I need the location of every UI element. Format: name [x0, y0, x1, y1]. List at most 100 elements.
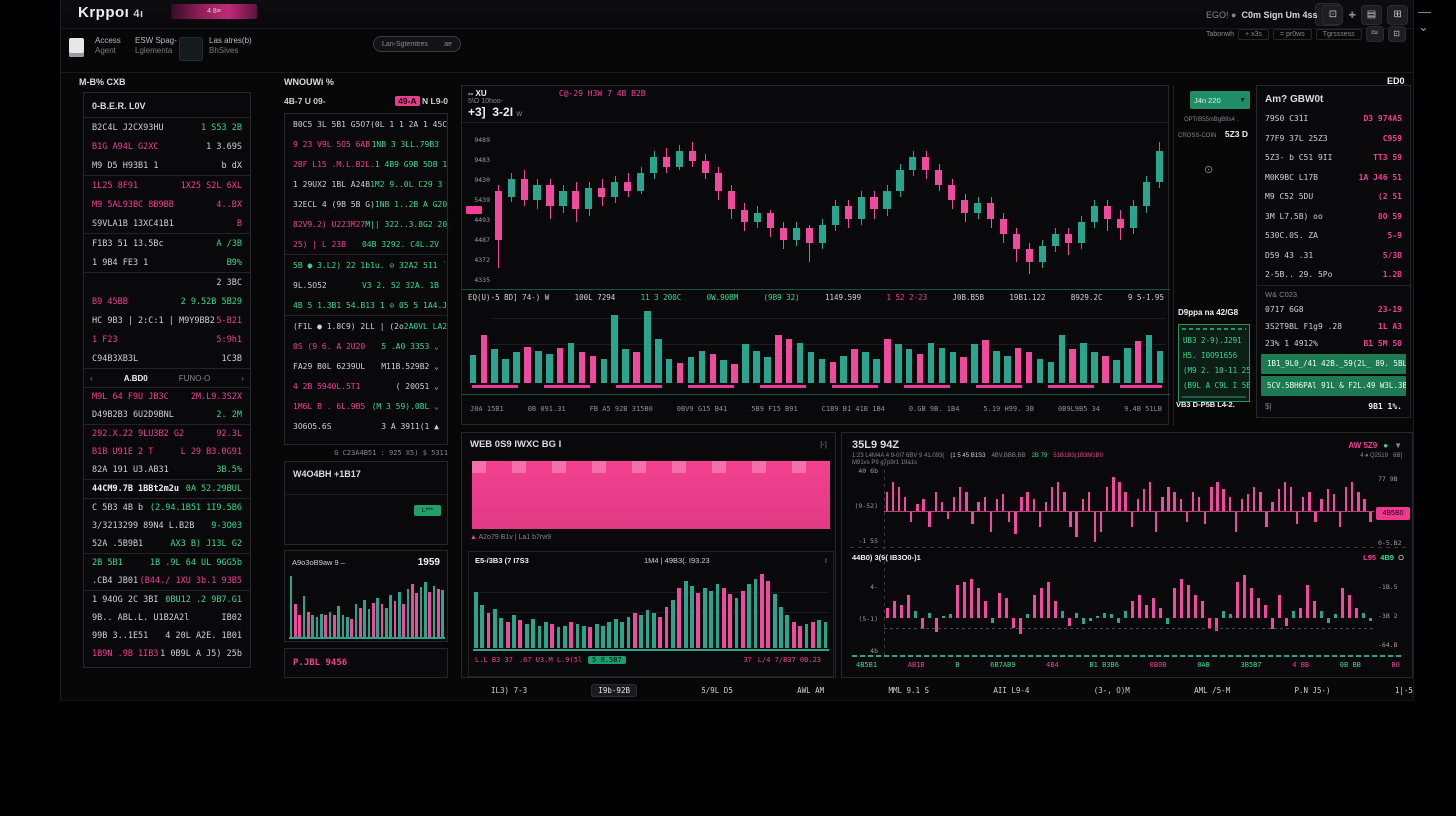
table-row[interactable]: 9 23 V9L 5O5 6AB1NB 3 3LL.79B3: [285, 134, 447, 154]
card-icon[interactable]: ▤: [1361, 5, 1382, 25]
table-row[interactable]: 4B 5 1.3B1 54.B13 1 ⊙ 05 5 1A4.J: [285, 295, 447, 315]
theme-swatch[interactable]: [179, 37, 203, 61]
app-logo[interactable]: Krppoı4ı: [78, 4, 144, 21]
table-row[interactable]: M0K9BC L17B1A J46 51: [1257, 168, 1410, 188]
table-row[interactable]: FA29 B0L 6239ULM11B.529B2 ⌄: [285, 356, 447, 376]
table-row[interactable]: HC 9B3 | 2:C:1 | M9Y9BB25-B21: [84, 311, 250, 330]
table-row[interactable]: B9 45BB2 9.52B 5B29: [84, 292, 250, 311]
table-row[interactable]: 0S (9 6. A 2U205 .A0 3353 ⌄: [285, 336, 447, 356]
table-row[interactable]: .CB4 JB01(B44./ 1XU 3b.1 93B5: [84, 572, 250, 590]
oscillator-bars[interactable]: [884, 473, 1374, 543]
wallet-icon[interactable]: ⊡: [1322, 5, 1343, 25]
window-controls[interactable]: —⌄: [1418, 4, 1456, 35]
document-icon[interactable]: [69, 38, 84, 57]
table-row[interactable]: 5Z3- b C51 9IITT3 59: [1257, 148, 1410, 168]
table-row[interactable]: B1B U91E 2 TL 29 B3.0G91: [84, 443, 250, 461]
table-row[interactable]: 5B ● 3.L2) 22 1b1u. ⊙ 32A2 511 ˙: [285, 254, 447, 275]
balances-highlight-rows[interactable]: 1B1_9L0_/41 42B._59(2L_ 89. 5BL.895CV.5B…: [1257, 354, 1410, 396]
highlight-row[interactable]: 1B1_9L0_/41 42B._59(2L_ 89. 5BL.89: [1261, 354, 1406, 374]
tab-abdo[interactable]: A.BD0: [124, 374, 148, 383]
main-chart-panel[interactable]: -- XU C@-29 H3W 7 4B B2B 5\O 10hoo- +3] …: [461, 85, 1169, 425]
promo-banner[interactable]: 4 8≡: [171, 4, 257, 19]
table-row[interactable]: 3O6O5.6S3 A 3911(1 ▲: [285, 416, 447, 436]
menu-item-las[interactable]: Las atres(b)BhSives: [209, 36, 252, 56]
table-row[interactable]: M9 C52 5DU(2 51: [1257, 187, 1410, 207]
table-row[interactable]: 82A 191 U3.AB313B.5%: [84, 461, 250, 479]
table-row[interactable]: 1 94OG 2C 3BI0BU12 .2 9B7.G1: [84, 590, 250, 609]
table-row[interactable]: B0C5 3L 5B1 G5O7(0L 1 1 2A 1 45C4: [285, 114, 447, 134]
osc-caret-icon[interactable]: ▼: [1394, 441, 1402, 450]
table-row[interactable]: 2BF L15 .M.L.B2L.1 4B9 G9B 5DB 1: [285, 154, 447, 174]
panel-icon[interactable]: ⊡: [1388, 26, 1406, 42]
depth-subchart[interactable]: E5-/3B3 (7 I7S3 1M4 | 49B3(. I93.23 I L.…: [468, 551, 834, 677]
tab-arrow-left-icon[interactable]: ‹: [90, 374, 93, 383]
table-row[interactable]: 2B 5B11B .9L 64 UL 9GG5b: [84, 553, 250, 572]
row-value: D3 974A5: [1363, 114, 1402, 123]
chart-bar: [1063, 492, 1065, 512]
table-row[interactable]: C 5B3 4B b(2.94.1B51 1I9.5B6: [84, 498, 250, 517]
table-row[interactable]: D59 43 .315/3B: [1257, 246, 1410, 266]
mini-area-chart[interactable]: [289, 573, 445, 639]
table-row[interactable]: 99B 3..1E514 20L A2E. 1B01: [84, 627, 250, 645]
tab-funoto[interactable]: FUNO-O: [179, 374, 211, 383]
deposit-box[interactable]: UB3 2-9).J291H5. I0O91656(M9 2. 10-11 25…: [1178, 324, 1250, 402]
order-action-button[interactable]: L***: [414, 505, 441, 516]
tab-arrow-right-icon[interactable]: ›: [241, 374, 244, 383]
table-row[interactable]: 9B.. ABL.L. U1B2A2lIB02: [84, 609, 250, 627]
table-row[interactable]: 1L25 8F911X25 S2L 6XL: [84, 175, 250, 195]
table-row[interactable]: 9L.5O52V3 2. 52 32A. 1B: [285, 275, 447, 295]
depth-heatmap[interactable]: [472, 461, 830, 529]
table-row[interactable]: 52A .5B9B1AX3 B) J13L G2: [84, 535, 250, 553]
target-icon[interactable]: ⊙: [1204, 163, 1213, 176]
table-row[interactable]: 3/3213299 89N4 L.B2B9-3O03: [84, 517, 250, 535]
table-row[interactable]: 1 F235:9h1: [84, 330, 250, 349]
segment-gross[interactable]: Tgrsssess: [1316, 29, 1362, 40]
table-row[interactable]: 3M L7.5B) oo8O 59: [1257, 207, 1410, 227]
table-row[interactable]: 3S2T9BL F1g9 .281L A3: [1257, 318, 1410, 335]
table-row[interactable]: 530C.0S. ZA5-9: [1257, 226, 1410, 246]
table-row[interactable]: 1 9B4 FE3 1B9%: [84, 253, 250, 272]
table-row[interactable]: 32ECL 4 (9B 5B G)1NB 1..2B A G20E 1: [285, 194, 447, 214]
table-row[interactable]: 25) | L 23B04B 3292. C4L.2V: [285, 234, 447, 254]
table-row[interactable]: 79S0 C31ID3 974A5: [1257, 109, 1410, 129]
expand-icon[interactable]: |·|: [820, 440, 827, 449]
cu-button[interactable]: cu: [1366, 26, 1384, 42]
menu-item-esw[interactable]: ESW Spag-Lglementa: [135, 36, 177, 56]
table-row[interactable]: C94B3XB3L1C3B: [84, 349, 250, 368]
status-footer[interactable]: IL3) 7-3I9b-92B5/9L D5AWL AMMML 9.1 SAII…: [491, 684, 1413, 697]
table-row[interactable]: D49B2B3 6U2D9BNL2. 2M: [84, 406, 250, 424]
table-row[interactable]: M9 5AL93BC 8B9BB4..BX: [84, 195, 250, 214]
depth-bars[interactable]: [473, 570, 829, 648]
table-row[interactable]: 0717 6G823-19: [1257, 301, 1410, 318]
segment-add[interactable]: + x3s: [1238, 29, 1269, 40]
table-row[interactable]: B2C4L J2CX93HU1 S53 2B: [84, 118, 250, 137]
search-input[interactable]: Lan-Sgtemtres ae: [373, 36, 461, 52]
volume-chart[interactable]: [468, 307, 1166, 383]
table-row[interactable]: (F1L ● 1.8C9) 2LL | (2o2A0VL LA23): [285, 315, 447, 336]
table-row[interactable]: 292.X.22 9LU3B2 G292.3L: [84, 424, 250, 443]
table-row[interactable]: 1M6L B . 6L.9B5(M 3 59).0BL ⌄: [285, 396, 447, 416]
table-row[interactable]: 2-5B.. 29. 5Po1.2B: [1257, 265, 1410, 285]
highlight-row[interactable]: 5CV.5BH6PAl 91L & F2L.49 W3L.3B: [1261, 376, 1406, 396]
segment-rows[interactable]: = pr0ws: [1273, 29, 1312, 40]
add-icon[interactable]: ✚: [1348, 10, 1356, 21]
table-row[interactable]: B1G A94L G2XC1 3.69S: [84, 137, 250, 156]
histogram-bars[interactable]: [884, 571, 1374, 656]
menu-item-access[interactable]: AccessAgent: [95, 36, 121, 56]
table-row[interactable]: 77F9 37L 25Z3C959: [1257, 129, 1410, 149]
pair-selector[interactable]: J4n 220 ▼: [1190, 91, 1250, 109]
table-row[interactable]: 4 2B 5940L.5T1( 20O51 ⌄: [285, 376, 447, 396]
table-row[interactable]: 44CM9.7B 1BBt2m2u0A 52.29BUL: [84, 479, 250, 498]
table-row[interactable]: M9 D5 H93B1 1b dX: [84, 156, 250, 175]
table-row[interactable]: 82V9.2) U223M27M|| 322..3.8G2 203: [285, 214, 447, 234]
table-row[interactable]: 1B9N .9B 1IB31 0B9L A J5) 25b: [84, 645, 250, 663]
grid-icon[interactable]: ⊞: [1387, 5, 1408, 25]
candlestick-chart[interactable]: [492, 133, 1166, 286]
table-row[interactable]: M9L 64 F9U JB3C2M.L9.3S2X: [84, 388, 250, 406]
table-row[interactable]: 1 29UX2 1BL A24B1M2 9..0L C29 3 1: [285, 174, 447, 194]
table-row[interactable]: F1B3 51 13.5BcA /3B: [84, 233, 250, 253]
table-row[interactable]: 2 3BC: [84, 272, 250, 292]
table-row[interactable]: 23% 1 4912%B1 5M 50: [1257, 335, 1410, 352]
table-row[interactable]: S9VLA1B 13XC41B1B: [84, 214, 250, 233]
mini-chart-panel: A9o3oB9aw 9 – 1959: [284, 550, 448, 642]
